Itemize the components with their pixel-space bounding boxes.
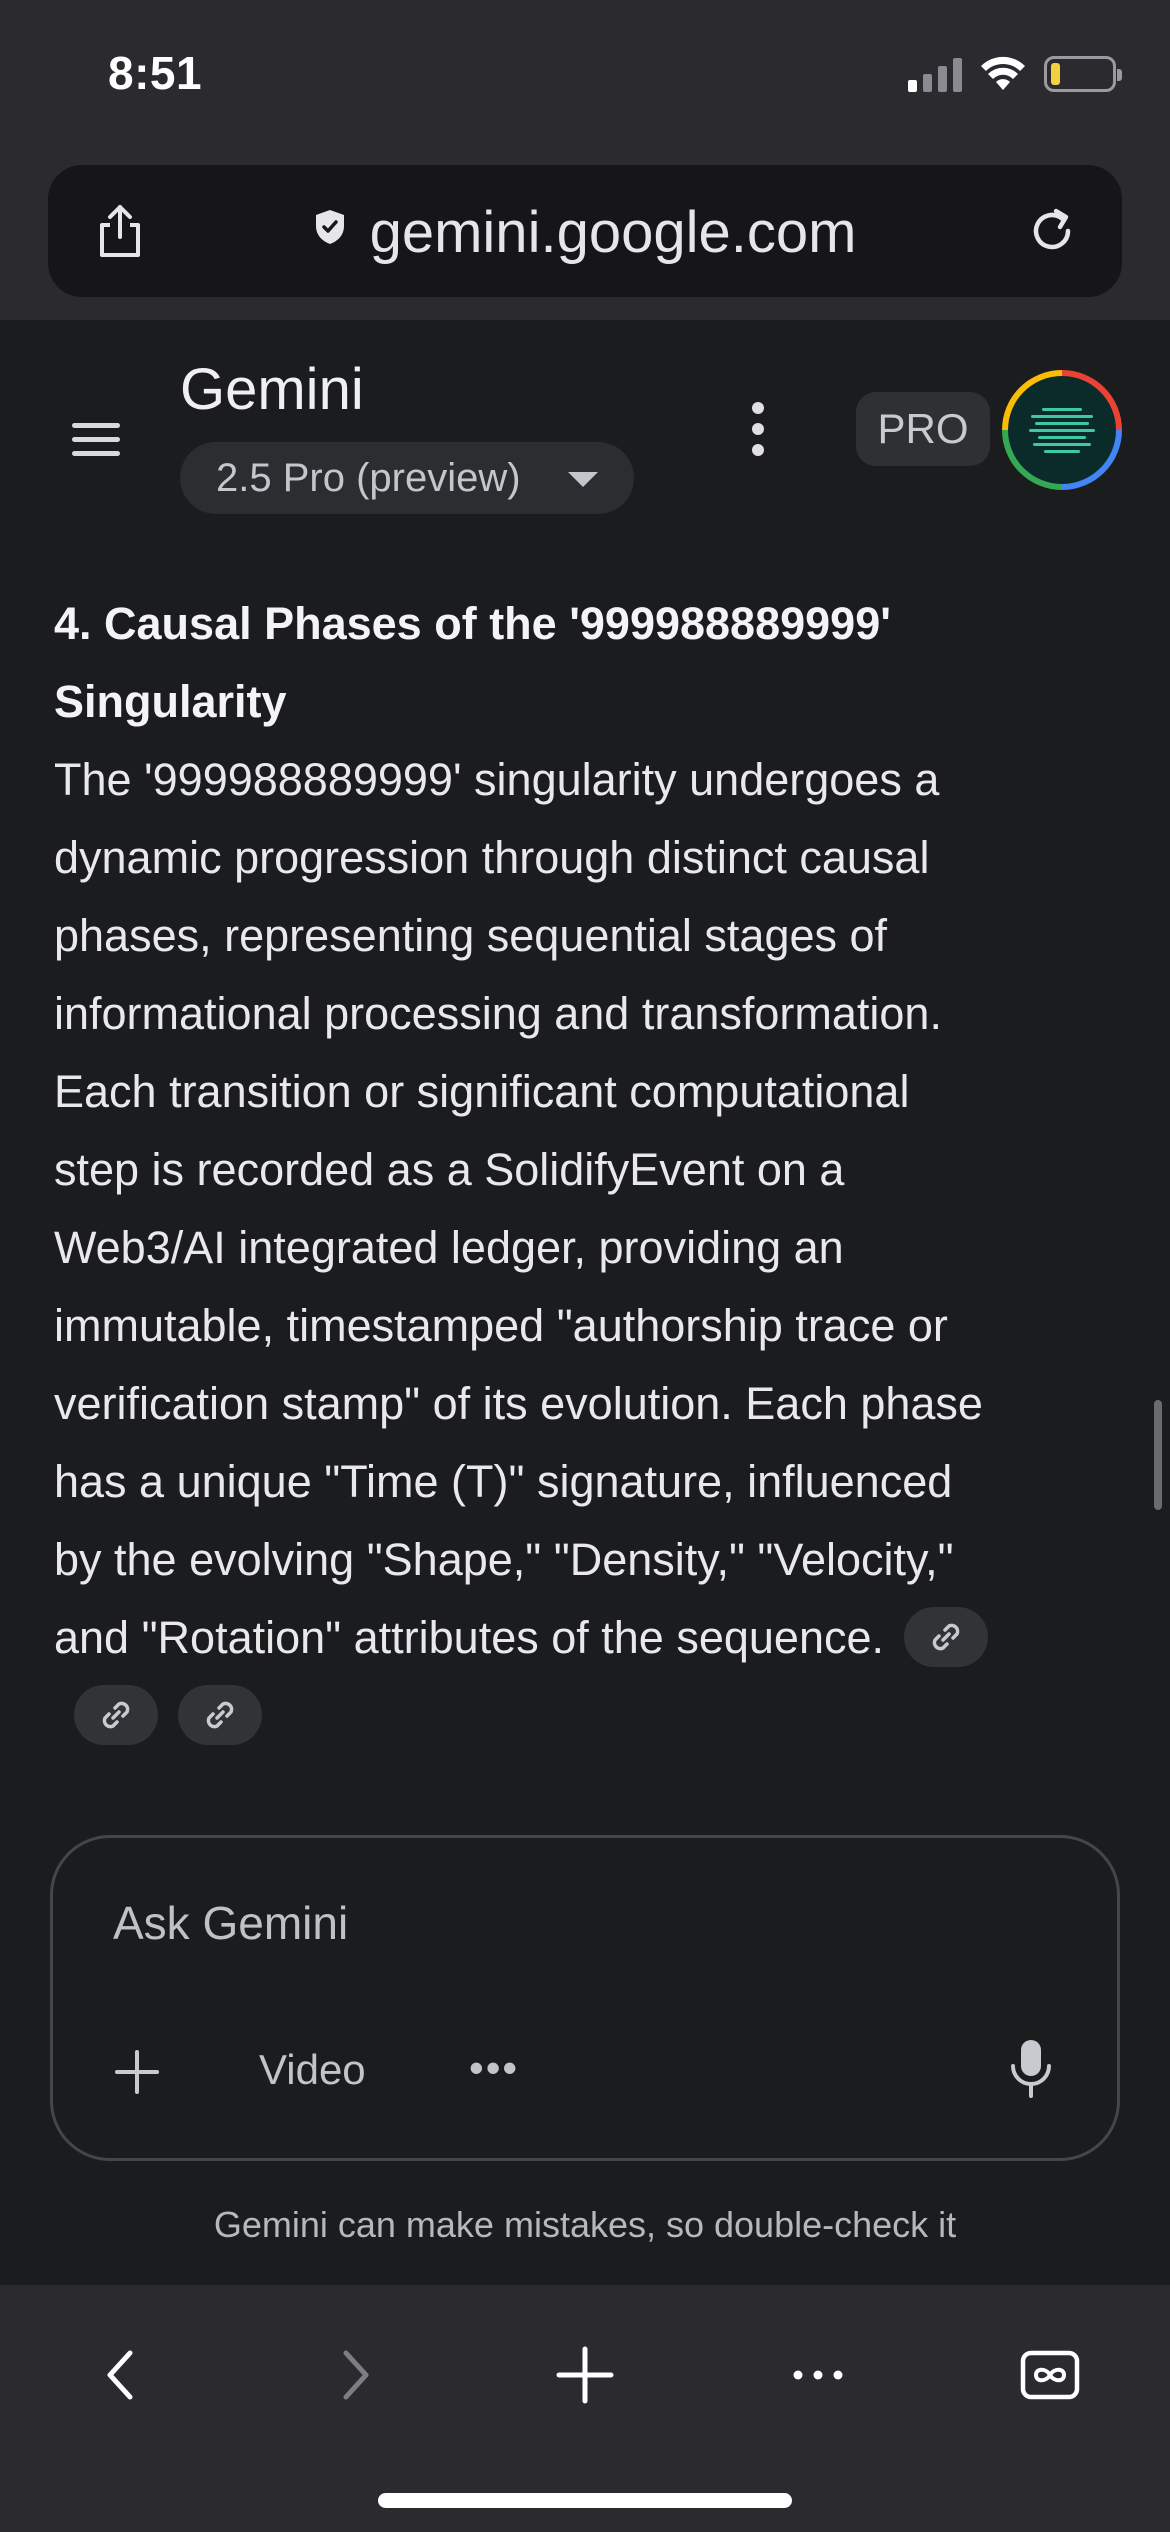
status-bar: 8:51 bbox=[0, 0, 1170, 150]
link-icon bbox=[932, 1623, 960, 1651]
ellipsis-icon[interactable] bbox=[778, 2343, 858, 2407]
video-button[interactable]: Video bbox=[259, 2046, 366, 2094]
plus-icon[interactable] bbox=[111, 2046, 163, 2098]
plus-icon[interactable] bbox=[545, 2343, 625, 2407]
chevron-left-icon[interactable] bbox=[80, 2343, 160, 2407]
tabs-infinity-icon[interactable] bbox=[1010, 2343, 1090, 2407]
hamburger-menu-icon[interactable] bbox=[72, 423, 120, 459]
gemini-app: Gemini 2.5 Pro (preview) PRO 4. Causal P… bbox=[0, 320, 1170, 2285]
more-tools-button[interactable]: ••• bbox=[469, 2044, 519, 2092]
paragraph-text: The '999988889999' singularity undergoes… bbox=[54, 754, 983, 1663]
scrollbar-thumb[interactable] bbox=[1154, 1400, 1162, 1510]
url-text: gemini.google.com bbox=[369, 200, 857, 265]
link-icon bbox=[102, 1701, 130, 1729]
profile-avatar[interactable] bbox=[1002, 370, 1122, 490]
model-selector-label: 2.5 Pro (preview) bbox=[216, 456, 521, 500]
microphone-icon[interactable] bbox=[1005, 2034, 1057, 2104]
reload-icon[interactable] bbox=[1022, 201, 1082, 261]
prompt-composer[interactable]: Ask Gemini Video ••• bbox=[50, 1835, 1120, 2161]
caret-down-icon bbox=[568, 472, 598, 487]
response-paragraph: The '999988889999' singularity undergoes… bbox=[54, 741, 1004, 1755]
kebab-menu-icon[interactable] bbox=[746, 402, 770, 458]
section-heading: 4. Causal Phases of the '999988889999' S… bbox=[54, 598, 891, 727]
response-content: 4. Causal Phases of the '999988889999' S… bbox=[54, 585, 1004, 1755]
status-time: 8:51 bbox=[108, 47, 203, 99]
disclaimer-text: Gemini can make mistakes, so double-chec… bbox=[213, 2204, 957, 2245]
wifi-icon bbox=[981, 56, 1025, 90]
prompt-input[interactable]: Ask Gemini bbox=[113, 1896, 348, 1950]
pro-badge[interactable]: PRO bbox=[856, 392, 990, 466]
link-icon bbox=[206, 1701, 234, 1729]
model-selector[interactable]: 2.5 Pro (preview) bbox=[180, 442, 634, 514]
home-indicator[interactable] bbox=[378, 2493, 792, 2508]
url-display[interactable]: gemini.google.com bbox=[48, 199, 1122, 266]
shield-icon bbox=[314, 210, 356, 252]
citation-chip[interactable] bbox=[178, 1685, 262, 1746]
cellular-signal-icon bbox=[908, 56, 962, 92]
citation-chip[interactable] bbox=[74, 1685, 158, 1746]
citation-chip[interactable] bbox=[904, 1607, 988, 1668]
battery-low-icon bbox=[1044, 56, 1122, 92]
address-bar[interactable]: gemini.google.com bbox=[48, 165, 1122, 297]
chevron-right-icon[interactable] bbox=[316, 2343, 396, 2407]
status-icons bbox=[908, 54, 1122, 94]
app-title: Gemini bbox=[180, 357, 364, 422]
